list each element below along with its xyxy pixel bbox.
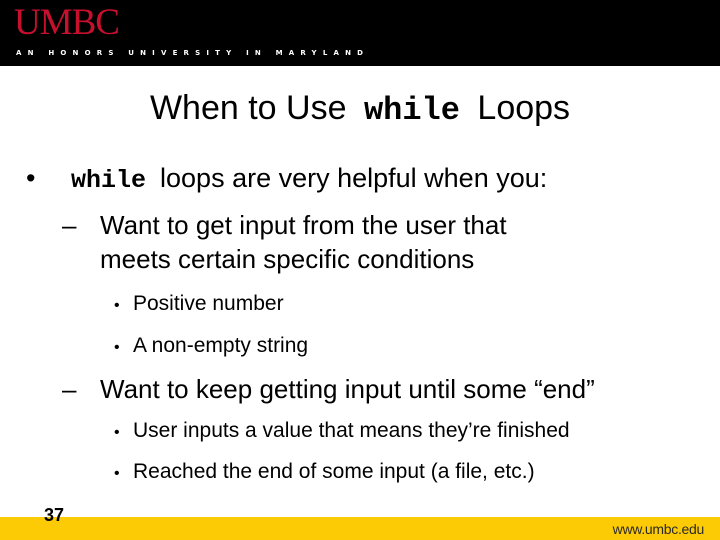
subitem-level3: • Reached the end of some input (a file, … — [114, 457, 535, 489]
bullet-level1: • while loops are very helpful when you: — [26, 158, 547, 201]
bullet-marker: • — [114, 465, 120, 482]
dash-marker: – — [62, 374, 77, 404]
bullet-marker: • — [26, 163, 36, 193]
subitem-level2: – Want to get input from the user that me… — [62, 208, 507, 276]
subitem-text: Reached the end of some input (a file, e… — [133, 460, 535, 483]
subitem-text: User inputs a value that means they’re f… — [133, 419, 570, 442]
umbc-logo: UMBC — [14, 2, 120, 43]
title-suffix: Loops — [477, 89, 571, 127]
bullet-code: while — [71, 166, 147, 195]
subitem-text-line2: meets certain specific conditions — [100, 244, 475, 274]
subitem-level3: • A non-empty string — [114, 331, 308, 363]
bullet-marker: • — [114, 424, 120, 441]
subitem-level2: – Want to keep getting input until some “… — [62, 372, 595, 406]
title-prefix: When to Use — [149, 89, 347, 127]
subitem-text-line1: Want to get input from the user that — [100, 210, 507, 240]
tagline: AN HONORS UNIVERSITY IN MARYLAND — [16, 49, 370, 57]
dash-marker: – — [62, 210, 77, 240]
title-code: while — [363, 92, 460, 129]
slide-title: When to Use while Loops — [0, 84, 720, 135]
header-banner: UMBC AN HONORS UNIVERSITY IN MARYLAND — [0, 0, 720, 66]
subitem-level3: • Positive number — [114, 289, 284, 321]
bullet-marker: • — [114, 297, 120, 314]
subitem-text-line1: Want to keep getting input until some “e… — [100, 374, 595, 404]
footer-url: www.umbc.edu — [612, 521, 705, 537]
bullet-text: loops are very helpful when you: — [160, 163, 548, 193]
bullet-marker: • — [114, 339, 120, 356]
page-number: 37 — [44, 505, 65, 525]
subitem-level3: • User inputs a value that means they’re … — [114, 416, 570, 448]
subitem-text: Positive number — [133, 292, 284, 315]
subitem-text: A non-empty string — [133, 334, 309, 357]
